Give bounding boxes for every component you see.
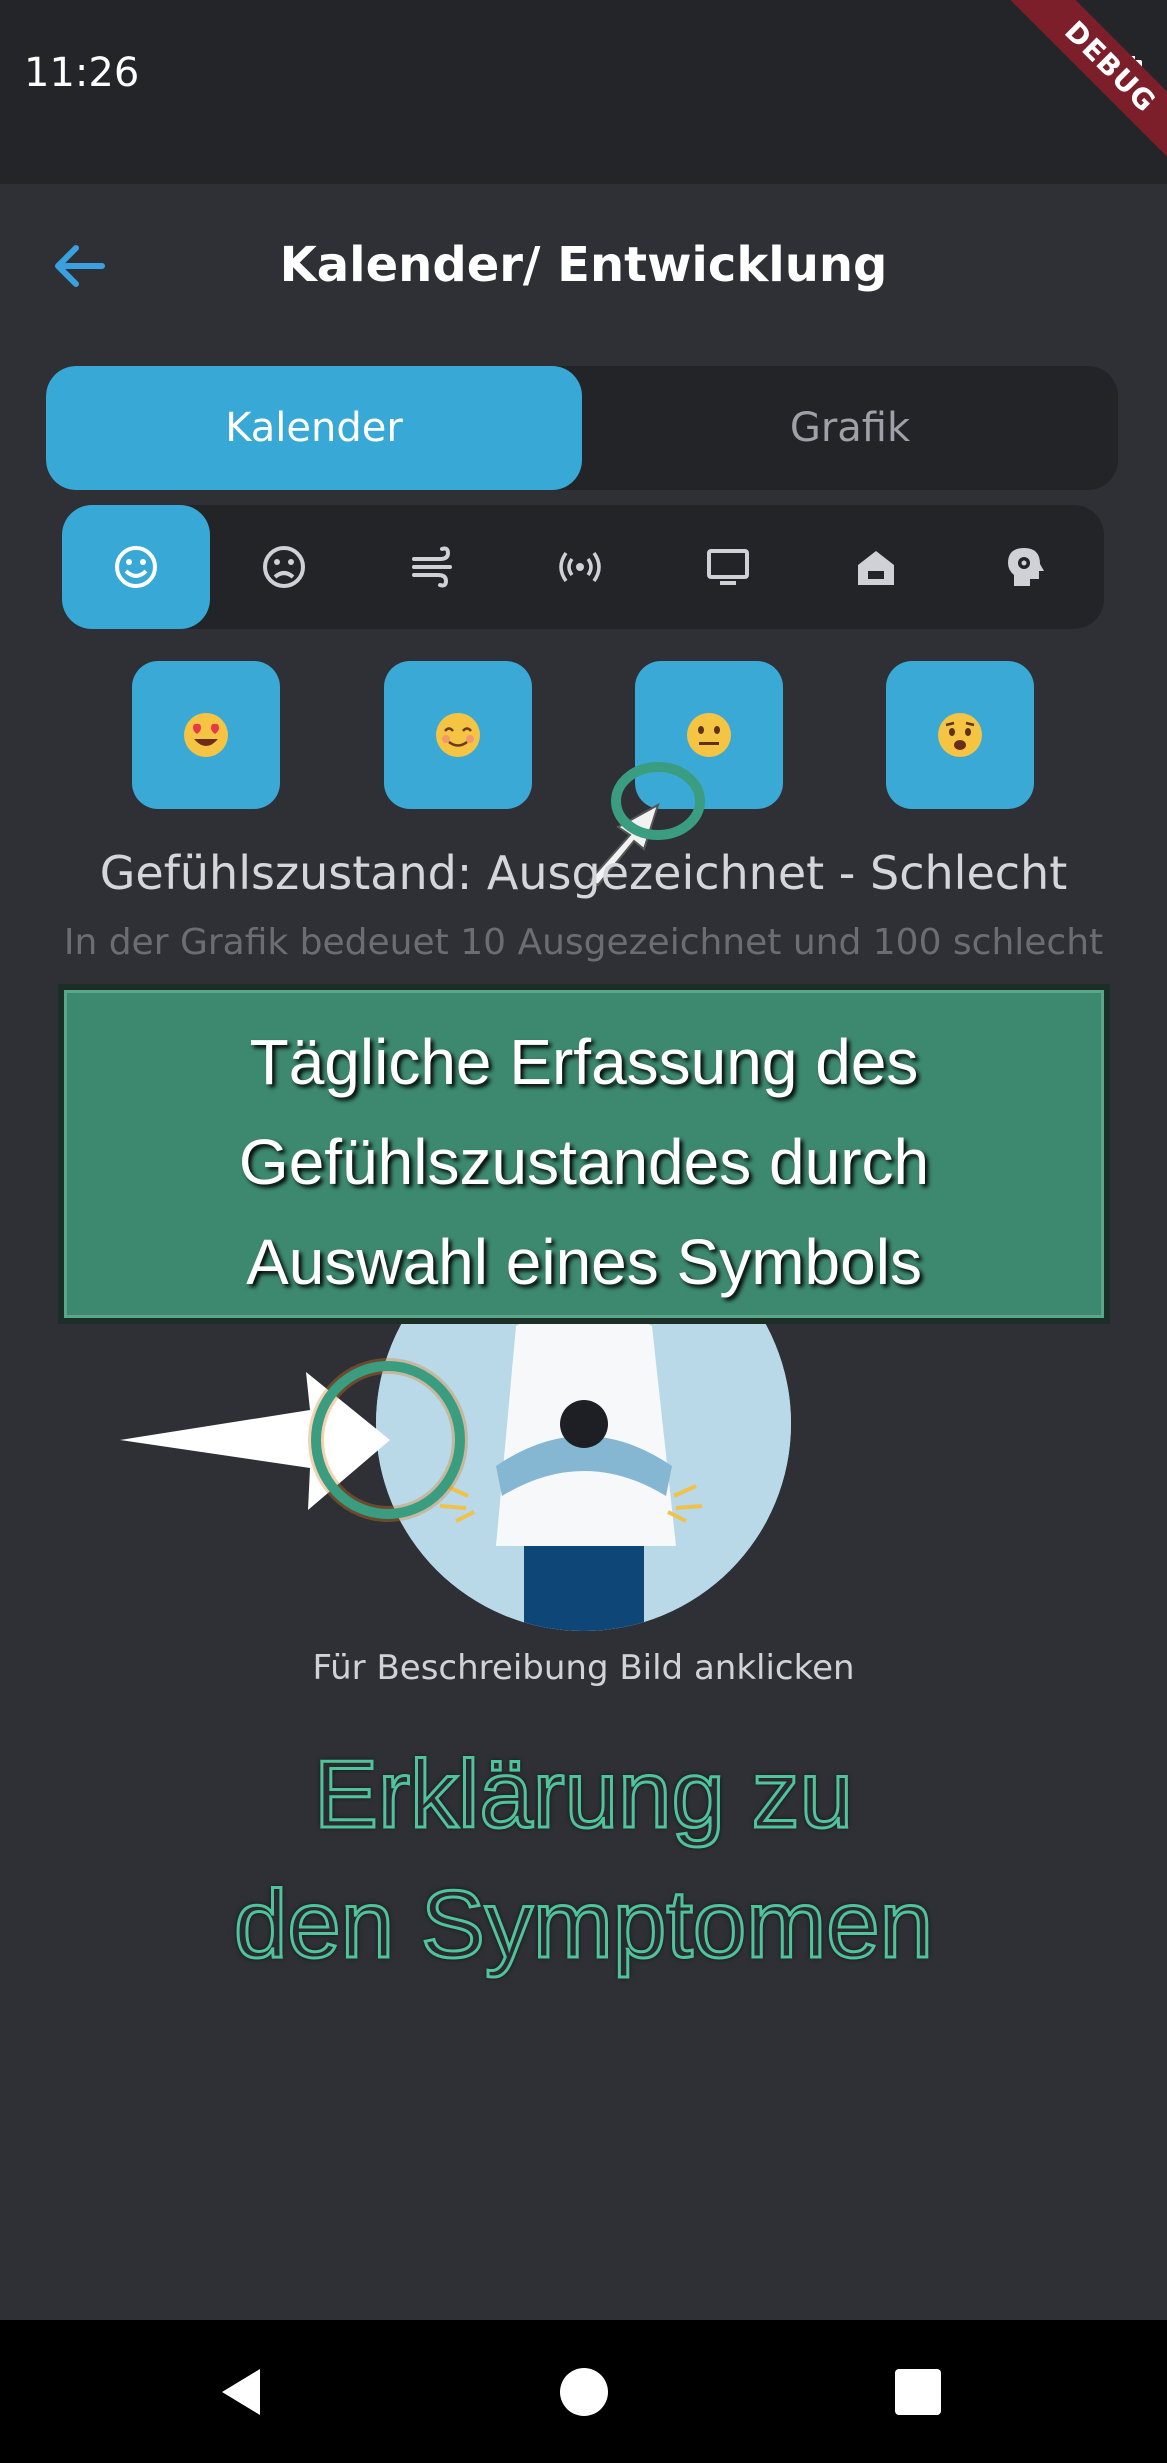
anxious-face-emoji-icon: [938, 713, 982, 757]
symptom-tab-mood[interactable]: [62, 505, 210, 629]
head-gear-icon: [1008, 548, 1044, 586]
wind-icon: [412, 546, 452, 588]
smiley-sad-icon: [263, 546, 305, 588]
heading-line: den Symptomen: [232, 1870, 934, 1980]
debug-label: DEBUG: [1008, 0, 1167, 169]
system-nav-bar: [0, 2320, 1167, 2463]
smiling-blush-emoji-icon: [436, 713, 480, 757]
overlay-note-line: Tägliche Erfassung des: [249, 1026, 919, 1098]
mood-option-excellent[interactable]: [132, 661, 280, 809]
mood-scale-hint: In der Grafik bedeuet 10 Ausgezeichnet u…: [63, 922, 1104, 963]
nav-home-icon[interactable]: [557, 2365, 611, 2419]
broadcast-icon: [559, 551, 601, 583]
overlay-note-text: Tägliche Erfassung des Gefühlszustandes …: [64, 1012, 1104, 1312]
mood-option-good[interactable]: [384, 661, 532, 809]
symptom-tab-screen[interactable]: [654, 505, 802, 629]
page-title: Kalender/ Entwicklung: [279, 237, 888, 293]
symptom-tab-signal[interactable]: [506, 505, 654, 629]
illustration-caption: Für Beschreibung Bild anklicken: [312, 1648, 855, 1688]
view-toggle: Kalender Grafik: [46, 366, 1118, 490]
mood-scale-label: Gefühlszustand: Ausgezeichnet - Schlecht: [99, 846, 1068, 900]
mood-option-bad[interactable]: [886, 661, 1034, 809]
symptoms-heading: Erklärung zu den Symptomen: [0, 1730, 1167, 1990]
heart-eyes-emoji-icon: [184, 713, 228, 757]
symptom-tab-home[interactable]: [802, 505, 950, 629]
symptom-tabs: [62, 505, 1104, 629]
overlay-note: Tägliche Erfassung des Gefühlszustandes …: [58, 984, 1110, 1324]
tab-grafik[interactable]: Grafik: [582, 366, 1118, 490]
symptom-tab-sad[interactable]: [210, 505, 358, 629]
symptom-tab-breath[interactable]: [358, 505, 506, 629]
annotation-arrow-icon: [120, 1358, 468, 1522]
nav-back-icon[interactable]: [216, 2365, 270, 2419]
heading-line: Erklärung zu: [313, 1740, 855, 1850]
home-icon: [858, 551, 894, 585]
overlay-note-line: Gefühlszustandes durch: [238, 1126, 930, 1198]
nav-recent-apps-icon[interactable]: [891, 2365, 945, 2419]
monitor-icon: [707, 549, 749, 585]
tab-kalender[interactable]: Kalender: [46, 366, 582, 490]
smiley-happy-icon: [115, 546, 157, 588]
overlay-note-line: Auswahl eines Symbols: [246, 1226, 922, 1298]
app-bar: Kalender/ Entwicklung: [0, 184, 1167, 354]
status-time: 11:26: [24, 50, 140, 96]
symptom-tab-mind[interactable]: [950, 505, 1098, 629]
